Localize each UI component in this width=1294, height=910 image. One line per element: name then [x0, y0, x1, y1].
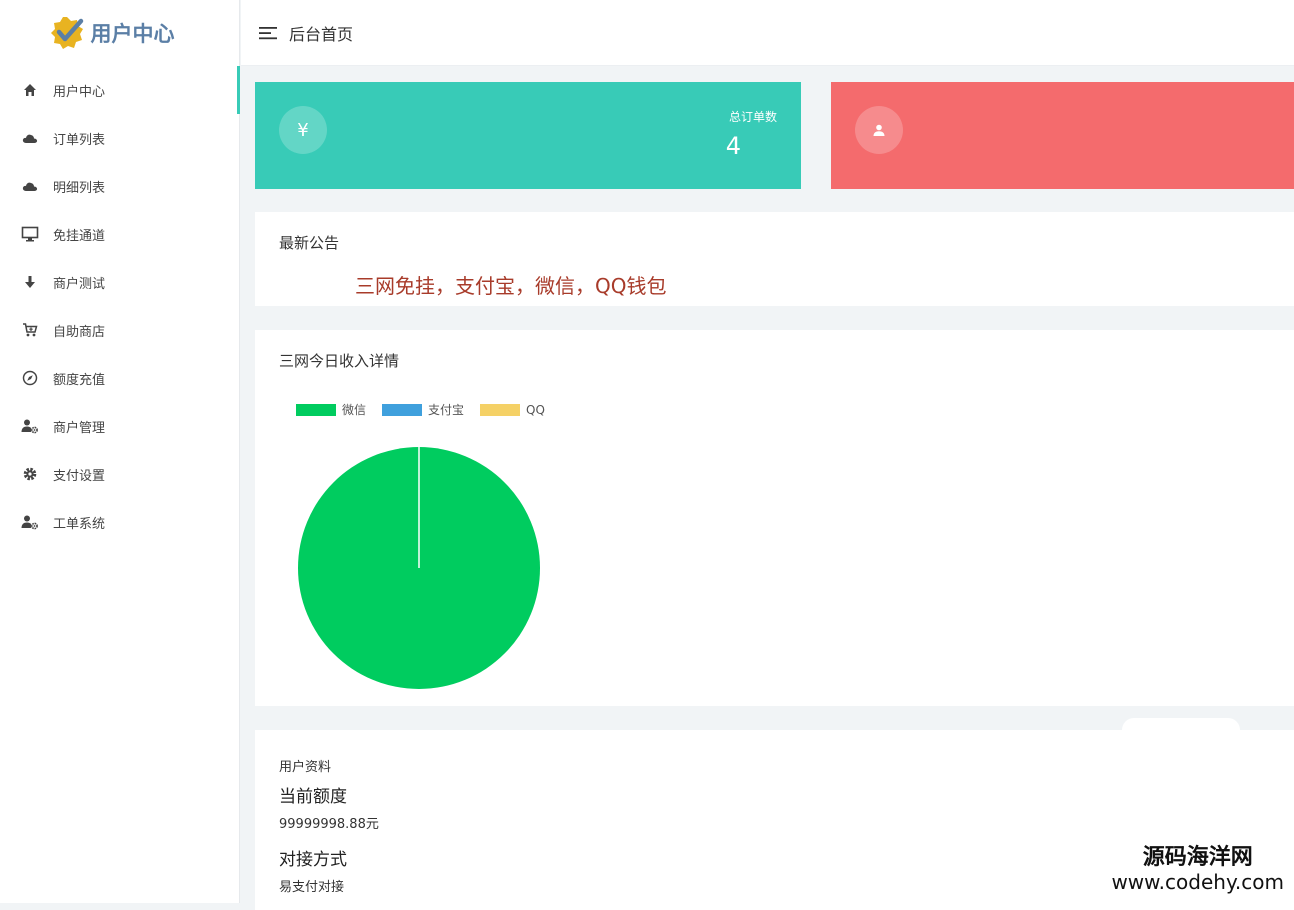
compass-icon	[21, 369, 39, 387]
floating-tab[interactable]	[1122, 718, 1240, 732]
sidebar-item-label: 商户测试	[53, 273, 105, 292]
notice-text: 三网免挂，支付宝，微信，QQ钱包	[355, 270, 666, 299]
yen-icon: ¥	[279, 106, 327, 154]
notice-panel: 最新公告 三网免挂，支付宝，微信，QQ钱包	[255, 212, 1294, 306]
cloud-icon	[21, 129, 39, 147]
sidebar-item-payment-settings[interactable]: 支付设置	[0, 450, 239, 498]
income-pie-chart: 微信 支付宝 QQ	[255, 384, 655, 694]
quota-value: 99999998.88元	[279, 813, 379, 832]
total-orders-card: ¥ 总订单数 4	[255, 82, 801, 189]
legend-swatch-2[interactable]	[480, 404, 520, 416]
sidebar-item-merchant-test[interactable]: 商户测试	[0, 258, 239, 306]
user-info-title: 用户资料	[279, 756, 331, 775]
sidebar-item-label: 用户中心	[53, 81, 105, 100]
sidebar-item-ticket-system[interactable]: 工单系统	[0, 498, 239, 546]
user-icon	[855, 106, 903, 154]
sidebar-nav: 用户中心 订单列表 明细列表 免挂通道 商户测试	[0, 66, 239, 546]
arrow-down-icon	[21, 273, 39, 291]
method-value: 易支付对接	[279, 876, 344, 895]
home-icon	[21, 81, 39, 99]
method-label: 对接方式	[279, 845, 347, 870]
legend-label-1: 支付宝	[428, 403, 464, 417]
brand-logo[interactable]: 用户中心	[0, 0, 239, 66]
sidebar-item-label: 支付设置	[53, 465, 105, 484]
sidebar-item-order-list[interactable]: 订单列表	[0, 114, 239, 162]
sidebar: 用户中心 用户中心 订单列表 明细列表 免挂通道	[0, 0, 240, 903]
monitor-icon	[21, 225, 39, 243]
notice-title: 最新公告	[279, 232, 339, 253]
sidebar-item-merchant-manage[interactable]: 商户管理	[0, 402, 239, 450]
sidebar-item-label: 自助商店	[53, 321, 105, 340]
user-stat-card	[831, 82, 1294, 189]
watermark-url: www.codehy.com	[1111, 871, 1284, 893]
logo-check-icon	[47, 13, 87, 53]
user-gear-icon	[21, 417, 39, 435]
cloud-icon	[21, 177, 39, 195]
legend-swatch-0[interactable]	[296, 404, 336, 416]
legend-label-0: 微信	[342, 403, 366, 417]
sidebar-item-user-center[interactable]: 用户中心	[0, 66, 239, 114]
main-content: ¥ 总订单数 4 最新公告 三网免挂，支付宝，微信，QQ钱包 三网今日收入详情 …	[241, 66, 1294, 903]
total-orders-label: 总订单数	[729, 108, 777, 125]
sidebar-item-label: 额度充值	[53, 369, 105, 388]
chart-title: 三网今日收入详情	[279, 350, 399, 371]
total-orders-value: 4	[726, 132, 741, 160]
sidebar-item-free-channel[interactable]: 免挂通道	[0, 210, 239, 258]
sidebar-item-label: 工单系统	[53, 513, 105, 532]
user-gear-icon	[21, 513, 39, 531]
legend-label-2: QQ	[526, 403, 545, 417]
hamburger-icon[interactable]	[257, 22, 279, 44]
watermark-title: 源码海洋网	[1111, 845, 1284, 871]
sidebar-item-label: 明细列表	[53, 177, 105, 196]
watermark: 源码海洋网 www.codehy.com	[1107, 843, 1288, 895]
gear-icon	[21, 465, 39, 483]
top-bar: 后台首页	[241, 0, 1294, 66]
income-chart-panel: 三网今日收入详情 微信 支付宝 QQ	[255, 330, 1294, 706]
sidebar-item-label: 商户管理	[53, 417, 105, 436]
breadcrumb[interactable]: 后台首页	[289, 21, 353, 45]
quota-label: 当前额度	[279, 782, 347, 807]
sidebar-item-quota-recharge[interactable]: 额度充值	[0, 354, 239, 402]
sidebar-item-detail-list[interactable]: 明细列表	[0, 162, 239, 210]
sidebar-item-self-shop[interactable]: 自助商店	[0, 306, 239, 354]
cart-icon	[21, 321, 39, 339]
sidebar-item-label: 订单列表	[53, 129, 105, 148]
legend-swatch-1[interactable]	[382, 404, 422, 416]
sidebar-item-label: 免挂通道	[53, 225, 105, 244]
brand-title: 用户中心	[91, 18, 175, 48]
